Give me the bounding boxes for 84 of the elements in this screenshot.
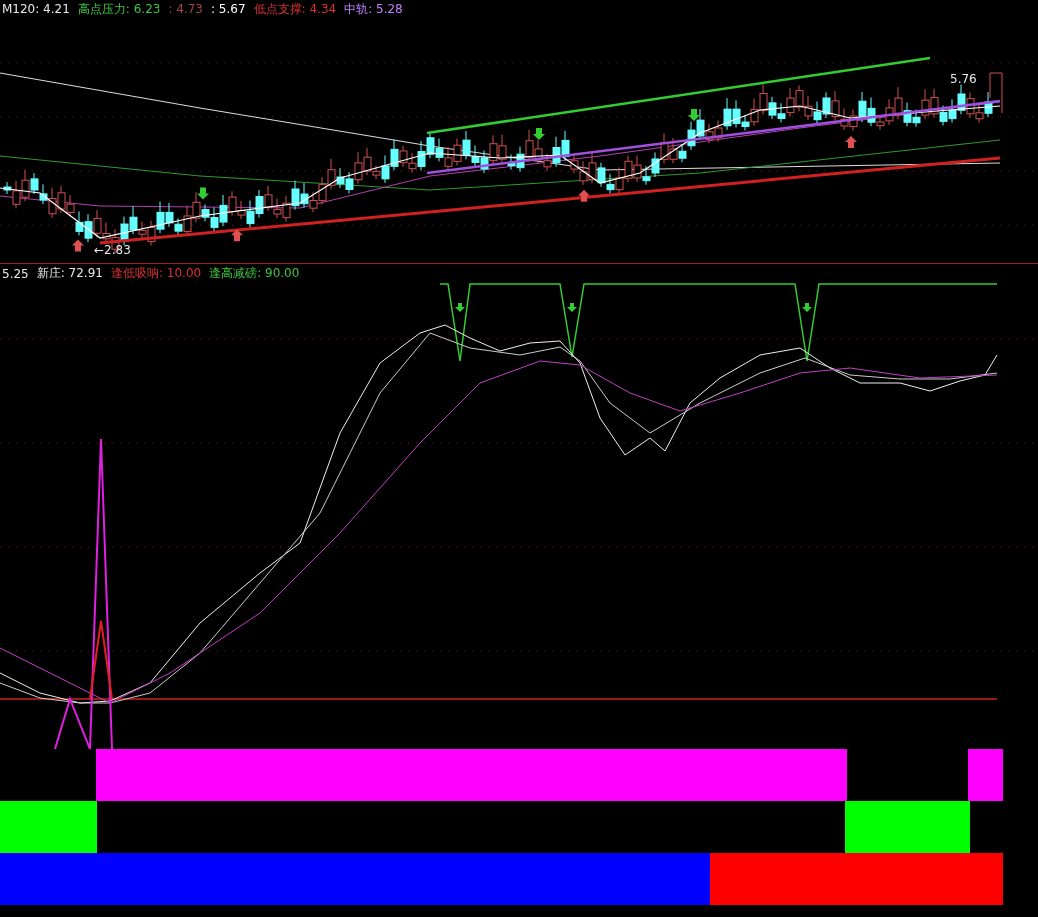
candlestick <box>795 84 804 112</box>
candlestick <box>84 213 93 243</box>
candlestick <box>93 209 102 238</box>
legend-value: M120: 4.21 <box>2 2 70 16</box>
candlestick <box>75 210 84 236</box>
candlestick <box>660 133 669 164</box>
candlestick <box>804 95 813 121</box>
candlestick <box>525 129 534 163</box>
legend-value: 高点压力: 6.23 <box>77 0 161 18</box>
candlestick <box>813 101 822 125</box>
candlestick <box>102 222 111 244</box>
candlestick <box>318 176 327 206</box>
legend-value: : 5.67 <box>211 2 246 16</box>
down-arrow-icon <box>802 303 812 312</box>
down-arrow-icon <box>688 109 700 121</box>
candlestick <box>723 97 732 131</box>
candlestick <box>957 84 966 115</box>
legend-value: 逢低吸呐: 10.00 <box>110 265 202 282</box>
candlestick <box>822 91 831 119</box>
legend-value: 低点支撑: 4.34 <box>253 0 337 18</box>
candlestick <box>669 137 678 164</box>
candlestick <box>984 91 993 118</box>
candlestick <box>840 108 849 131</box>
up-arrow-icon <box>231 229 243 242</box>
candlestick <box>849 109 858 132</box>
legend-value: : 4.73 <box>168 2 203 16</box>
candlestick <box>633 154 642 183</box>
candlestick <box>759 83 768 116</box>
candlestick <box>579 160 588 186</box>
candlestick <box>651 151 660 178</box>
candlestick <box>66 194 75 217</box>
candlestick <box>165 202 174 228</box>
legend-value: 中轨: 5.28 <box>344 0 403 18</box>
candlestick <box>300 182 309 209</box>
candlestick <box>57 185 66 214</box>
candlestick <box>408 152 417 174</box>
candlestick <box>858 91 867 123</box>
candlestick <box>435 138 444 162</box>
candlestick <box>615 167 624 195</box>
up-arrow-icon <box>72 239 84 252</box>
candlestick <box>264 185 273 212</box>
candlestick <box>966 92 975 119</box>
candlestick <box>471 144 480 167</box>
candlestick <box>768 96 777 120</box>
legend-value: 逢高减磅: 90.00 <box>209 265 300 282</box>
candlestick <box>480 149 489 174</box>
candlestick <box>228 190 237 216</box>
candlestick <box>831 90 840 121</box>
candlestick <box>417 140 426 171</box>
down-arrow-icon <box>533 128 545 141</box>
candlestick <box>534 139 543 165</box>
down-arrow-icon <box>455 303 465 312</box>
high-price-label: 5.76 <box>950 72 977 86</box>
candlestick <box>291 180 300 211</box>
low-price-label: ←2.83 <box>94 243 131 257</box>
candlestick <box>894 86 903 120</box>
candlestick <box>309 191 318 213</box>
candlestick <box>642 165 651 186</box>
candlestick <box>903 102 912 127</box>
candlestick <box>453 138 462 166</box>
down-arrow-icon <box>567 303 577 312</box>
candlestick <box>462 130 471 160</box>
candlestick <box>624 155 633 183</box>
candlestick <box>444 146 453 171</box>
up-arrow-icon <box>578 189 590 202</box>
candlestick <box>282 195 291 223</box>
candlestick <box>948 98 957 124</box>
candlestick <box>219 194 228 227</box>
price-bar-drawing <box>989 72 1003 114</box>
candlestick <box>597 162 606 188</box>
candlestick <box>426 131 435 159</box>
down-arrow-icon <box>197 187 209 200</box>
legend-value: 5.25 <box>2 266 29 281</box>
candlestick <box>588 152 597 184</box>
candlestick <box>210 207 219 232</box>
candlestick <box>273 198 282 219</box>
candlestick <box>156 201 165 234</box>
candlestick <box>489 134 498 166</box>
candlestick <box>606 173 615 195</box>
candlestick <box>714 119 723 143</box>
candlestick <box>120 216 129 246</box>
candlestick <box>255 189 264 219</box>
up-arrow-icon <box>845 135 857 148</box>
legend-value: 新庄: 72.91 <box>36 265 103 282</box>
